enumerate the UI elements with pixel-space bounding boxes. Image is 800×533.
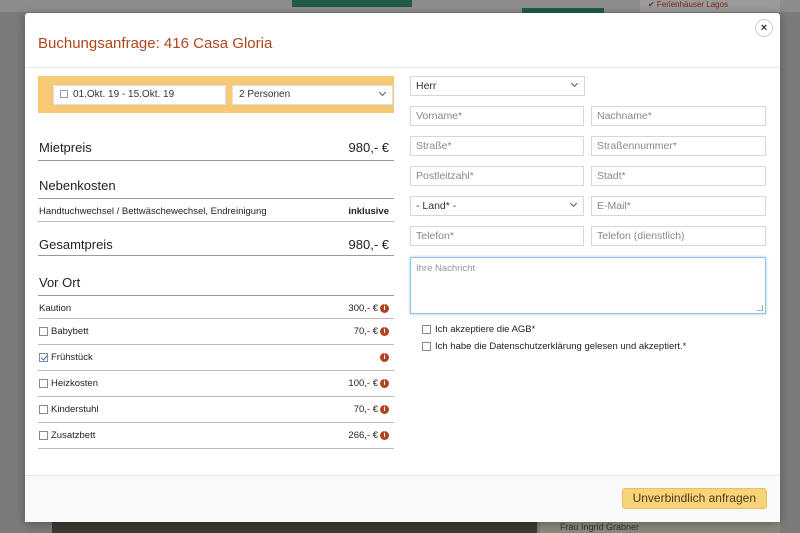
nebenkosten-item: Handtuchwechsel / Bettwäschewechsel, End… xyxy=(39,206,267,217)
modal-title: Buchungsanfrage: 416 Casa Gloria xyxy=(38,35,273,52)
persons-value: 2 Personen xyxy=(239,89,291,100)
extra-value: 266,- € xyxy=(348,430,378,441)
extra-row-kinderstuhl: Kinderstuhl 70,- € i xyxy=(38,397,394,423)
extra-label: Heizkosten xyxy=(51,378,98,389)
nebenkosten-value: inklusive xyxy=(348,206,389,217)
gesamtpreis-label: Gesamtpreis xyxy=(39,237,113,252)
extra-label: Frühstück xyxy=(51,352,93,363)
info-icon[interactable]: i xyxy=(380,304,389,313)
background-button xyxy=(292,0,412,7)
email-input[interactable]: E-Mail* xyxy=(591,196,766,216)
land-select[interactable]: - Land* - xyxy=(410,196,584,216)
strasse-input[interactable]: Straße* xyxy=(410,136,584,156)
modal-footer: Unverbindlich anfragen xyxy=(25,475,780,522)
message-textarea[interactable]: Ihre Nachricht xyxy=(410,257,766,314)
info-icon[interactable]: i xyxy=(380,327,389,336)
message-placeholder: Ihre Nachricht xyxy=(416,263,476,274)
telefon-input[interactable]: Telefon* xyxy=(410,226,584,246)
strassennummer-input[interactable]: Straßennummer* xyxy=(591,136,766,156)
date-range-field[interactable]: 01.Okt. 19 - 15.Okt. 19 xyxy=(53,85,226,105)
background-image xyxy=(52,522,537,533)
extra-row-heizkosten: Heizkosten 100,- € i xyxy=(38,371,394,397)
calendar-icon xyxy=(60,90,68,98)
extra-row-babybett: Babybett 70,- € i xyxy=(38,319,394,345)
close-button[interactable]: × xyxy=(755,19,773,37)
datenschutz-checkbox-row[interactable]: Ich habe die Datenschutzerklärung gelese… xyxy=(422,341,687,352)
info-icon[interactable]: i xyxy=(380,379,389,388)
extra-value: 100,- € xyxy=(348,378,378,389)
checkbox[interactable] xyxy=(39,405,48,414)
mietpreis-value: 980,- € xyxy=(348,140,389,155)
stadt-input[interactable]: Stadt* xyxy=(591,166,766,186)
salutation-select[interactable]: Herr xyxy=(410,76,585,96)
info-icon[interactable]: i xyxy=(380,405,389,414)
checkbox[interactable] xyxy=(422,342,431,351)
land-value: - Land* - xyxy=(416,200,457,212)
checkbox[interactable] xyxy=(39,431,48,440)
booking-selector: 01.Okt. 19 - 15.Okt. 19 2 Personen xyxy=(38,76,394,113)
modal-header: Buchungsanfrage: 416 Casa Gloria × xyxy=(25,13,780,68)
checkbox[interactable] xyxy=(422,325,431,334)
kaution-label: Kaution xyxy=(39,303,72,314)
mietpreis-label: Mietpreis xyxy=(39,140,92,155)
vor-ort-heading: Vor Ort xyxy=(39,275,81,290)
chevron-down-icon xyxy=(569,199,578,208)
background-sidebar-text: ✔ Ferienhäuser Lagos xyxy=(640,0,780,12)
telefon-dienstlich-input[interactable]: Telefon (dienstlich) xyxy=(591,226,766,246)
extra-value: 70,- € xyxy=(353,404,378,415)
gesamtpreis-row: Gesamtpreis 980,- € xyxy=(38,230,394,256)
agb-label: Ich akzeptiere die AGB* xyxy=(435,324,536,335)
chevron-down-icon xyxy=(570,79,579,88)
vorname-input[interactable]: Vorname* xyxy=(410,106,584,126)
checkbox[interactable] xyxy=(39,379,48,388)
resize-handle-icon[interactable] xyxy=(757,305,763,311)
background-contact-text: Frau Ingrid Grabner xyxy=(540,522,780,533)
datenschutz-label: Ich habe die Datenschutzerklärung gelese… xyxy=(435,341,687,352)
nachname-input[interactable]: Nachname* xyxy=(591,106,766,126)
nebenkosten-row: Handtuchwechsel / Bettwäschewechsel, End… xyxy=(38,198,394,222)
extra-label: Kinderstuhl xyxy=(51,404,99,415)
persons-select[interactable]: 2 Personen xyxy=(232,85,393,105)
submit-request-button[interactable]: Unverbindlich anfragen xyxy=(621,488,767,509)
extra-label: Babybett xyxy=(51,326,89,337)
agb-checkbox-row[interactable]: Ich akzeptiere die AGB* xyxy=(422,324,536,335)
info-icon[interactable]: i xyxy=(380,431,389,440)
booking-modal: Buchungsanfrage: 416 Casa Gloria × 01.Ok… xyxy=(25,13,780,522)
kaution-value: 300,- € xyxy=(348,303,378,314)
nebenkosten-heading: Nebenkosten xyxy=(39,178,116,193)
mietpreis-row: Mietpreis 980,- € xyxy=(38,135,394,161)
kaution-row: Kaution 300,- € i xyxy=(38,295,394,319)
date-range-value: 01.Okt. 19 - 15.Okt. 19 xyxy=(73,89,175,100)
extra-row-fruehstueck: Frühstück i xyxy=(38,345,394,371)
checkbox[interactable] xyxy=(39,353,48,362)
chevron-down-icon xyxy=(378,88,387,97)
extra-label: Zusatzbett xyxy=(51,430,96,441)
info-icon[interactable]: i xyxy=(380,353,389,362)
extra-value: 70,- € xyxy=(353,326,378,337)
checkbox[interactable] xyxy=(39,327,48,336)
gesamtpreis-value: 980,- € xyxy=(348,237,389,252)
salutation-value: Herr xyxy=(416,80,437,92)
extra-row-zusatzbett: Zusatzbett 266,- € i xyxy=(38,423,394,449)
postleitzahl-input[interactable]: Postleitzahl* xyxy=(410,166,584,186)
